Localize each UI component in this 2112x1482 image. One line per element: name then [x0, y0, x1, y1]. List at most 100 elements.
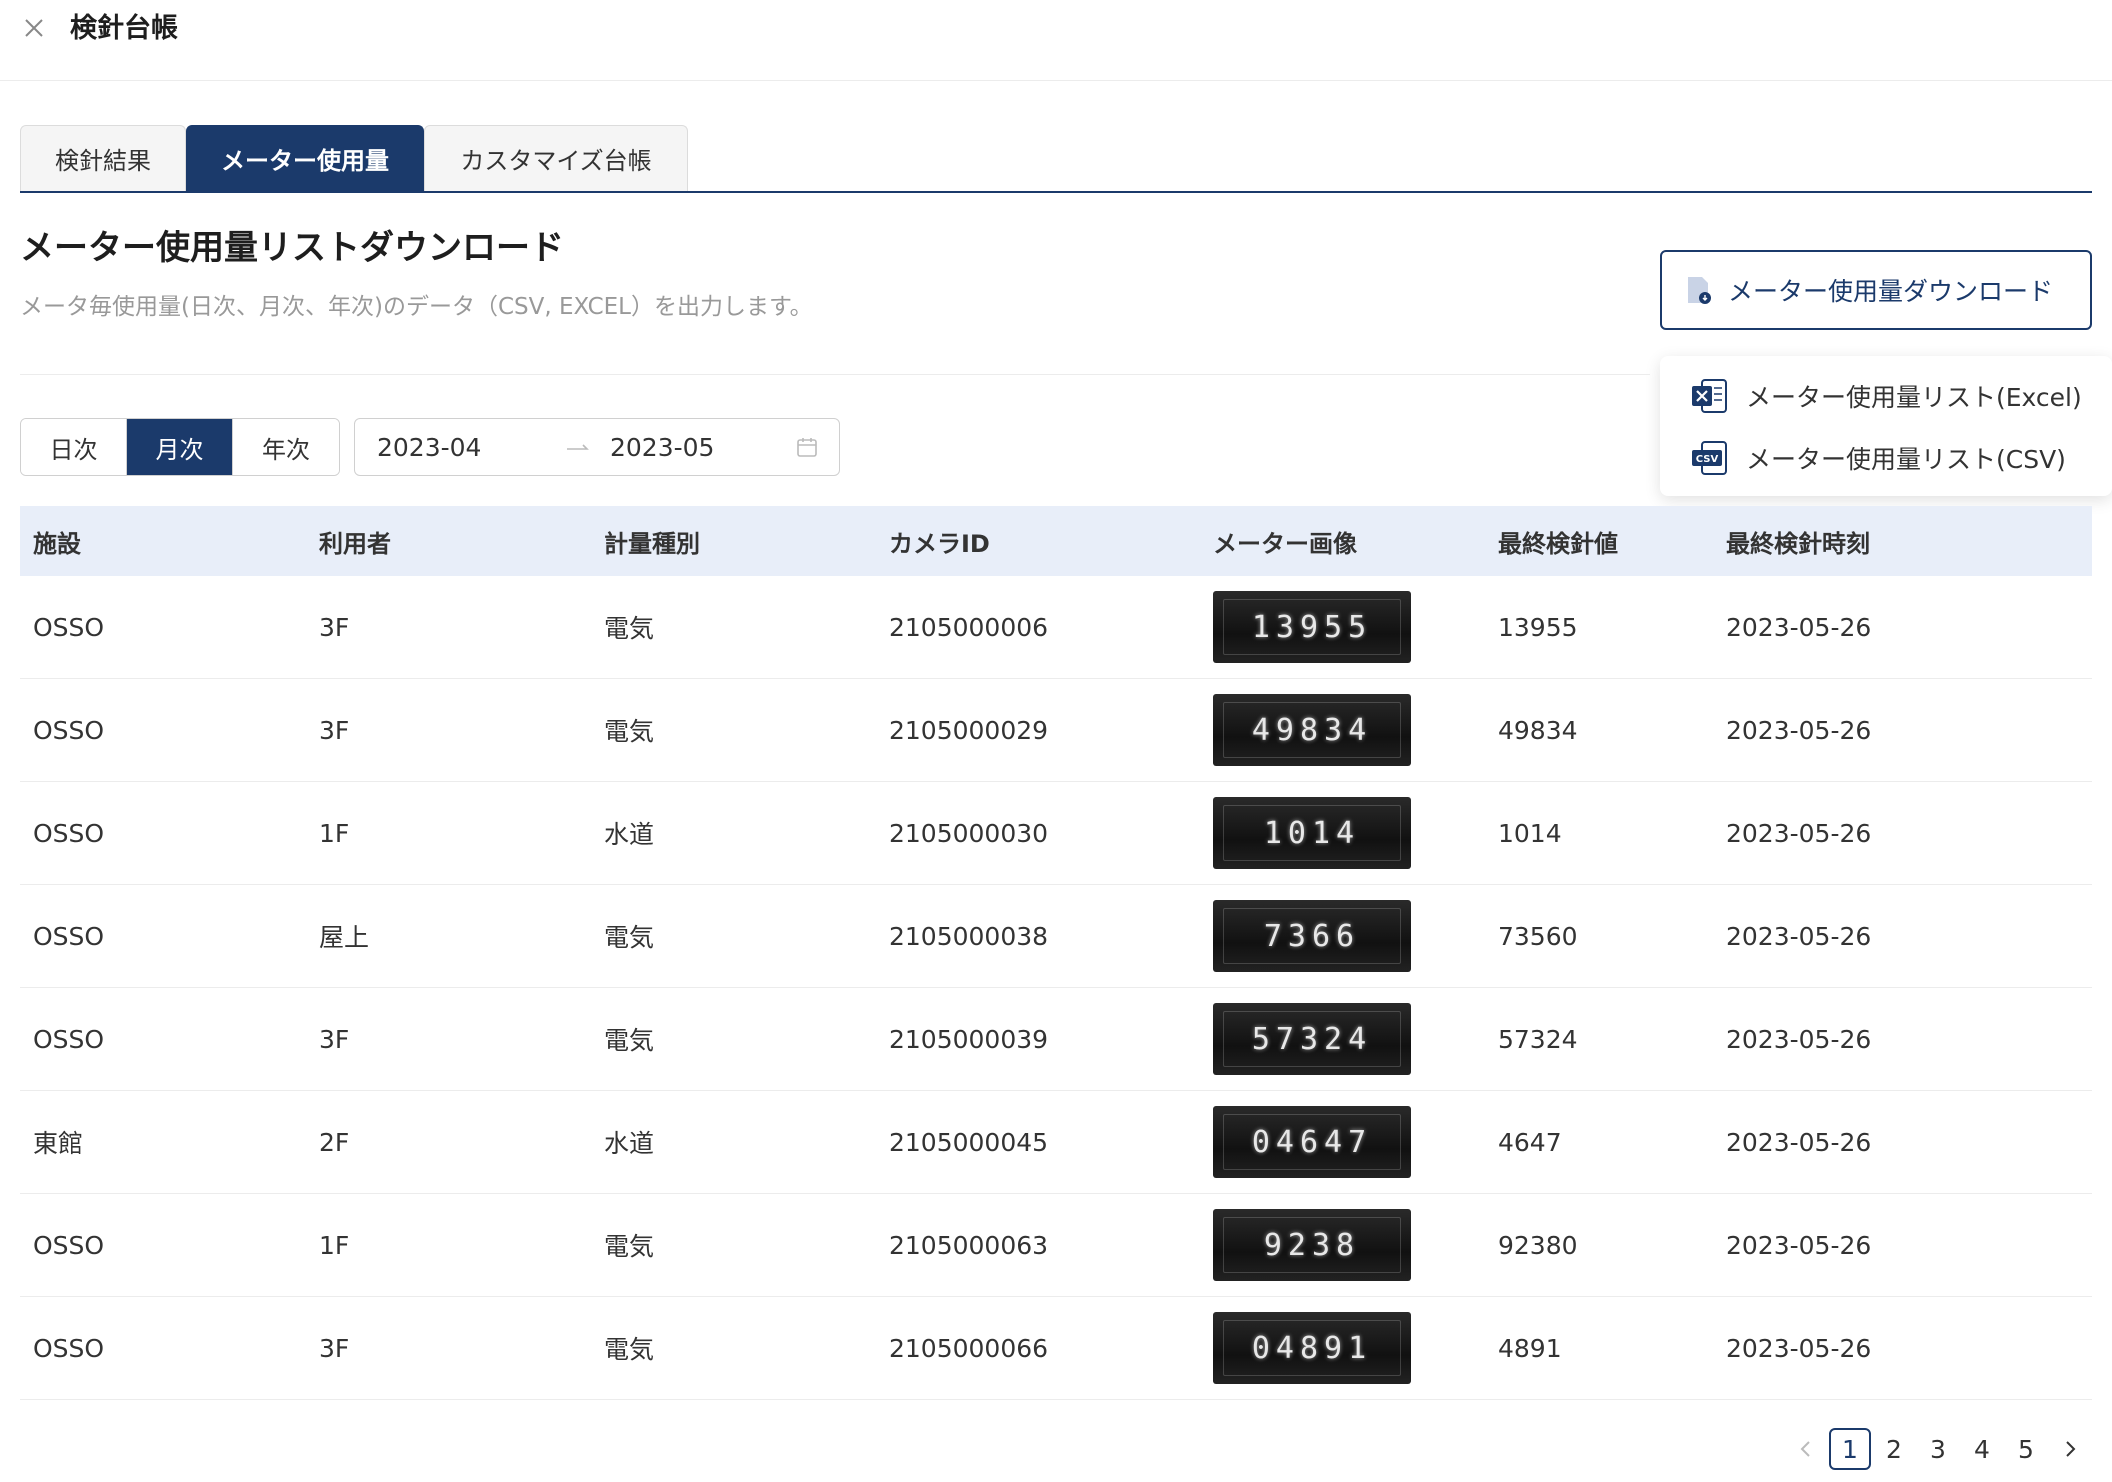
type-cell: 電気 [604, 717, 655, 746]
date-range-picker[interactable]: 2023-04 2023-05 [354, 418, 840, 476]
user-cell: 1F [319, 818, 350, 848]
table-row[interactable]: OSSO 3F 電気 2105000039 57324 57324 2023-0… [20, 988, 2092, 1091]
type-cell: 電気 [604, 1335, 655, 1364]
last-time-cell: 2023-05-26 [1726, 921, 1872, 951]
type-cell: 電気 [604, 614, 655, 643]
page-5[interactable]: 5 [2005, 1428, 2047, 1470]
camera-id-cell: 2105000066 [889, 1333, 1049, 1363]
period-yearly-button[interactable]: 年次 [233, 419, 339, 475]
column-header-meter-image: メーター画像 [1213, 529, 1357, 558]
chevron-left-icon[interactable] [1792, 1435, 1820, 1463]
tab-bar: 検針結果 メーター使用量 カスタマイズ台帳 [20, 125, 2092, 193]
meter-image[interactable]: 7366 [1213, 900, 1411, 972]
meter-image[interactable]: 9238 [1213, 1209, 1411, 1281]
column-header-last-time: 最終検針時刻 [1726, 529, 1870, 558]
last-time-cell: 2023-05-26 [1726, 715, 1872, 745]
camera-id-cell: 2105000006 [889, 612, 1049, 642]
meter-usage-table: 施設 利用者 計量種別 カメラID メーター画像 最終検針値 最終検針時刻 OS… [20, 506, 2092, 1400]
page-3[interactable]: 3 [1917, 1428, 1959, 1470]
table-header: 施設 利用者 計量種別 カメラID メーター画像 最終検針値 最終検針時刻 [20, 506, 2092, 576]
facility-cell: OSSO [33, 612, 105, 642]
last-value-cell: 4891 [1498, 1333, 1562, 1363]
type-cell: 電気 [604, 923, 655, 952]
chevron-right-icon[interactable] [2056, 1435, 2084, 1463]
user-cell: 3F [319, 1024, 350, 1054]
camera-id-cell: 2105000045 [889, 1127, 1049, 1157]
download-excel-label: メーター使用量リスト(Excel) [1746, 383, 2082, 412]
download-dropdown-menu: メーター使用量リスト(Excel) CSV メーター使用量リスト(CSV) [1660, 356, 2112, 496]
meter-image[interactable]: 57324 [1213, 1003, 1411, 1075]
type-cell: 水道 [604, 820, 655, 849]
period-selector: 日次 月次 年次 [20, 418, 340, 476]
last-value-cell: 1014 [1498, 818, 1562, 848]
svg-text:CSV: CSV [1696, 454, 1719, 465]
section-description: メータ毎使用量(日次、月次、年次)のデータ（CSV, EXCEL）を出力します。 [20, 294, 813, 320]
user-cell: 1F [319, 1230, 350, 1260]
page-2[interactable]: 2 [1873, 1428, 1915, 1470]
dialog-header: 検針台帳 [0, 0, 2112, 81]
table-row[interactable]: OSSO 3F 電気 2105000006 13955 13955 2023-0… [20, 576, 2092, 679]
period-daily-button[interactable]: 日次 [21, 419, 127, 475]
column-header-type: 計量種別 [604, 529, 700, 558]
meter-image[interactable]: 49834 [1213, 694, 1411, 766]
last-time-cell: 2023-05-26 [1726, 1127, 1872, 1157]
date-end-input[interactable]: 2023-05 [610, 433, 714, 462]
last-value-cell: 57324 [1498, 1024, 1578, 1054]
pagination: 1 2 3 4 5 [1784, 1428, 2092, 1470]
last-time-cell: 2023-05-26 [1726, 1230, 1872, 1260]
facility-cell: OSSO [33, 1333, 105, 1363]
calendar-icon [797, 438, 817, 457]
arrow-right-icon [567, 444, 589, 450]
type-cell: 水道 [604, 1129, 655, 1158]
tab-inspection-results[interactable]: 検針結果 [20, 125, 186, 191]
table-row[interactable]: OSSO 1F 電気 2105000063 9238 92380 2023-05… [20, 1194, 2092, 1297]
download-csv-label: メーター使用量リスト(CSV) [1746, 445, 2066, 474]
camera-id-cell: 2105000030 [889, 818, 1049, 848]
meter-usage-download-button[interactable]: メーター使用量ダウンロード [1660, 250, 2092, 330]
meter-image[interactable]: 04891 [1213, 1312, 1411, 1384]
column-header-user: 利用者 [319, 529, 391, 558]
date-start-input[interactable]: 2023-04 [377, 433, 481, 462]
camera-id-cell: 2105000063 [889, 1230, 1049, 1260]
table-row[interactable]: OSSO 1F 水道 2105000030 1014 1014 2023-05-… [20, 782, 2092, 885]
period-monthly-button[interactable]: 月次 [127, 419, 233, 475]
dialog-title: 検針台帳 [70, 13, 178, 44]
page-4[interactable]: 4 [1961, 1428, 2003, 1470]
user-cell: 屋上 [319, 923, 370, 952]
table-row[interactable]: OSSO 3F 電気 2105000029 49834 49834 2023-0… [20, 679, 2092, 782]
table-row[interactable]: OSSO 屋上 電気 2105000038 7366 73560 2023-05… [20, 885, 2092, 988]
user-cell: 2F [319, 1127, 350, 1157]
meter-image[interactable]: 1014 [1213, 797, 1411, 869]
column-header-camera-id: カメラID [889, 529, 990, 558]
close-icon[interactable] [22, 16, 46, 40]
user-cell: 3F [319, 612, 350, 642]
meter-image[interactable]: 04647 [1213, 1106, 1411, 1178]
csv-file-icon: CSV [1692, 441, 1727, 475]
last-value-cell: 73560 [1498, 921, 1578, 951]
user-cell: 3F [319, 715, 350, 745]
facility-cell: OSSO [33, 818, 105, 848]
facility-cell: OSSO [33, 921, 105, 951]
user-cell: 3F [319, 1333, 350, 1363]
facility-cell: OSSO [33, 1024, 105, 1054]
type-cell: 電気 [604, 1232, 655, 1261]
download-csv-option[interactable]: CSV メーター使用量リスト(CSV) [1690, 438, 2066, 478]
download-excel-option[interactable]: メーター使用量リスト(Excel) [1690, 376, 2082, 416]
last-value-cell: 49834 [1498, 715, 1578, 745]
table-row[interactable]: OSSO 3F 電気 2105000066 04891 4891 2023-05… [20, 1297, 2092, 1400]
last-time-cell: 2023-05-26 [1726, 612, 1872, 642]
type-cell: 電気 [604, 1026, 655, 1055]
tab-meter-usage[interactable]: メーター使用量 [186, 125, 424, 191]
facility-cell: OSSO [33, 715, 105, 745]
excel-file-icon [1692, 379, 1727, 413]
tab-custom-ledger[interactable]: カスタマイズ台帳 [424, 125, 688, 191]
facility-cell: 東館 [33, 1129, 84, 1158]
table-row[interactable]: 東館 2F 水道 2105000045 04647 4647 2023-05-2… [20, 1091, 2092, 1194]
last-value-cell: 13955 [1498, 612, 1578, 642]
meter-image[interactable]: 13955 [1213, 591, 1411, 663]
page-1[interactable]: 1 [1829, 1428, 1871, 1470]
last-value-cell: 4647 [1498, 1127, 1562, 1157]
last-time-cell: 2023-05-26 [1726, 1024, 1872, 1054]
last-time-cell: 2023-05-26 [1726, 818, 1872, 848]
camera-id-cell: 2105000029 [889, 715, 1049, 745]
